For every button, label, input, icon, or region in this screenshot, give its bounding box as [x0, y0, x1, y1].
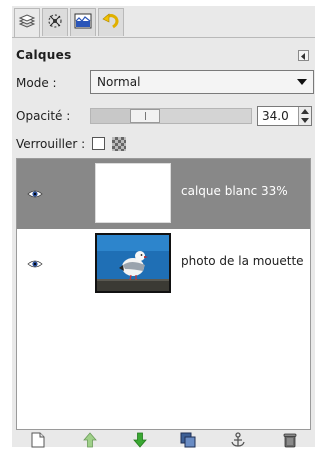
layer-name[interactable]: calque blanc 33%	[181, 184, 288, 198]
duplicate-layer-icon[interactable]	[180, 432, 196, 448]
mode-value: Normal	[97, 75, 141, 89]
opacity-value: 34.0	[262, 109, 289, 123]
new-layer-icon[interactable]	[30, 432, 46, 448]
seagull-photo-thumbnail	[95, 233, 171, 293]
layer-name[interactable]: photo de la mouette	[181, 254, 304, 268]
lower-layer-icon[interactable]	[132, 432, 148, 448]
opacity-slider[interactable]	[90, 108, 252, 124]
dialog-title: Calques	[16, 48, 72, 62]
chevron-down-icon	[297, 79, 307, 85]
paths-icon	[74, 12, 92, 33]
tab-undo-history[interactable]	[98, 8, 124, 36]
layers-dialog: Calques Mode : Normal Opacité : 34.0 Ver…	[12, 6, 315, 448]
opacity-spin-buttons[interactable]	[298, 107, 311, 125]
visibility-eye-icon[interactable]	[27, 258, 43, 268]
delete-layer-icon[interactable]	[282, 432, 298, 448]
layer-actions-bar	[12, 432, 315, 448]
opacity-spinbutton[interactable]: 34.0	[257, 106, 312, 126]
layer-row[interactable]: calque blanc 33%	[17, 159, 310, 229]
layer-row[interactable]: photo de la mouette	[17, 229, 310, 299]
opacity-slider-handle[interactable]	[130, 109, 161, 123]
tab-layers[interactable]	[14, 8, 40, 38]
increment-arrow-icon[interactable]	[301, 109, 309, 114]
anchor-layer-icon[interactable]	[230, 432, 246, 448]
layers-icon	[18, 13, 36, 34]
lock-pixels-checkbox[interactable]	[92, 137, 105, 150]
tabs-divider	[12, 37, 315, 38]
lock-label: Verrouiller :	[16, 137, 86, 151]
decrement-arrow-icon[interactable]	[301, 118, 309, 123]
tab-channels[interactable]	[42, 8, 68, 36]
dock-tabs	[12, 6, 315, 38]
mode-select[interactable]: Normal	[90, 70, 314, 94]
layers-list: calque blanc 33% photo de la mouette	[16, 158, 311, 430]
menu-arrow-icon	[300, 49, 307, 63]
layer-thumbnail	[95, 163, 171, 223]
tab-menu-button[interactable]	[298, 50, 309, 61]
mode-label: Mode :	[16, 76, 57, 90]
tab-paths[interactable]	[70, 8, 96, 36]
visibility-eye-icon[interactable]	[27, 188, 43, 198]
opacity-label: Opacité :	[16, 109, 71, 123]
channels-icon	[46, 12, 64, 33]
alpha-lock-icon[interactable]	[112, 137, 126, 151]
undo-history-icon	[102, 12, 120, 33]
raise-layer-icon[interactable]	[82, 432, 98, 448]
